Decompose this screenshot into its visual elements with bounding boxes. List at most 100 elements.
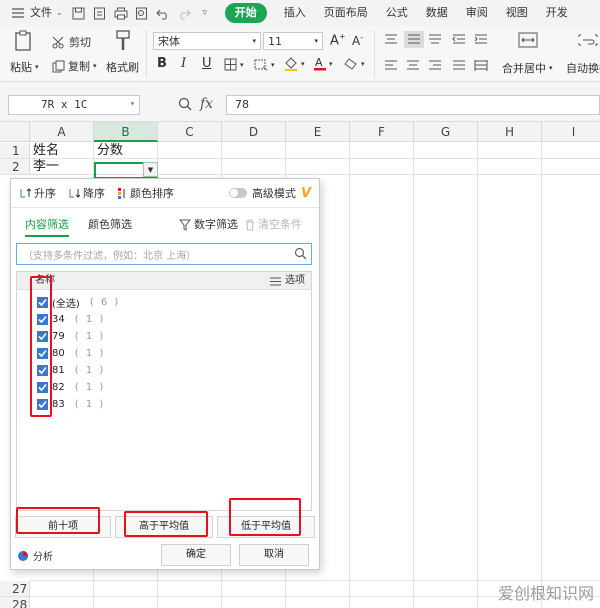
row-header-28[interactable]: 28 — [0, 597, 30, 608]
column-header-g[interactable]: G — [414, 122, 478, 142]
align-center-icon — [406, 60, 420, 71]
column-header-b[interactable]: B — [94, 122, 158, 142]
scissors-icon — [52, 36, 66, 49]
number-filter-button[interactable]: 数字筛选 — [179, 215, 238, 235]
options-button[interactable]: 选项 — [270, 272, 305, 290]
column-header-h[interactable]: H — [478, 122, 542, 142]
format-painter-icon[interactable] — [114, 30, 132, 52]
cell-b1[interactable]: 分数 — [94, 143, 123, 159]
cut-button[interactable]: 剪切 — [52, 34, 91, 50]
justify-button[interactable] — [452, 60, 466, 71]
row-header-27[interactable]: 27 — [0, 581, 30, 597]
select-all-corner[interactable] — [0, 122, 30, 142]
annotation-box-below-average — [229, 498, 301, 536]
column-header-a[interactable]: A — [30, 122, 94, 142]
name-box[interactable]: 7R x 1C ▾ — [8, 95, 140, 115]
merge-center-icon[interactable] — [518, 32, 538, 48]
border-button[interactable]: ▾ — [224, 58, 244, 71]
cancel-button[interactable]: 取消 — [239, 544, 309, 566]
zoom-icon[interactable] — [178, 97, 192, 111]
tab-color-filter[interactable]: 颜色筛选 — [88, 215, 132, 235]
ok-button[interactable]: 确定 — [161, 544, 231, 566]
fx-icon[interactable]: fx — [200, 96, 213, 112]
sort-desc-label: 降序 — [83, 187, 105, 200]
vip-badge-icon: V — [300, 185, 311, 201]
format-painter-button[interactable]: 格式刷 — [106, 59, 139, 75]
italic-button[interactable]: I — [181, 56, 186, 71]
sort-desc-icon — [68, 187, 80, 199]
cell-style-button[interactable]: ▾ — [254, 58, 275, 71]
paste-button-icon[interactable] — [14, 30, 34, 52]
sort-descending-button[interactable]: 降序 — [68, 185, 105, 201]
menu-tab-2[interactable]: 页面布局 — [315, 0, 377, 26]
align-bottom-button[interactable] — [428, 34, 442, 45]
menu-tab-0[interactable]: 开始 — [224, 3, 267, 23]
paste-button[interactable]: 粘贴 ▾ — [10, 59, 39, 75]
chevron-down-icon: ▾ — [252, 37, 256, 45]
menu-tab-1[interactable]: 插入 — [275, 0, 315, 26]
justify-icon — [452, 60, 466, 71]
copy-icon — [52, 60, 65, 73]
decrease-font-button[interactable]: A- — [352, 33, 363, 48]
menu-tab-6[interactable]: 视图 — [497, 0, 537, 26]
column-header-d[interactable]: D — [222, 122, 286, 142]
indent-decrease-button[interactable] — [452, 34, 466, 45]
column-header-i[interactable]: I — [542, 122, 600, 142]
copy-button[interactable]: 复制 ▾ — [52, 58, 97, 74]
sort-by-color-button[interactable]: 颜色排序 — [117, 185, 174, 201]
redo-icon[interactable] — [176, 5, 192, 21]
align-top-button[interactable] — [384, 34, 398, 45]
align-middle-button[interactable] — [404, 31, 424, 48]
cell-a2[interactable]: 李一 — [30, 159, 59, 175]
chevron-down-icon: ▾ — [549, 64, 553, 72]
file-menu[interactable]: 文件 ⌄ — [0, 0, 69, 26]
column-header-c[interactable]: C — [158, 122, 222, 142]
export-pdf-icon[interactable] — [92, 5, 108, 21]
align-left-button[interactable] — [384, 60, 398, 71]
font-color-button[interactable]: A ▾ — [314, 56, 333, 71]
formula-input[interactable]: 78 — [226, 95, 600, 115]
row-header-2[interactable]: 2 — [0, 159, 30, 175]
column-header-f[interactable]: F — [350, 122, 414, 142]
annotation-box-top10 — [16, 507, 100, 534]
undo-icon[interactable] — [155, 5, 171, 21]
cell-a1[interactable]: 姓名 — [30, 143, 59, 159]
filter-dropdown-button[interactable]: ▼ — [143, 162, 158, 177]
menu-tab-3[interactable]: 公式 — [377, 0, 417, 26]
save-icon[interactable] — [71, 5, 87, 21]
column-header-e[interactable]: E — [286, 122, 350, 142]
increase-font-button[interactable]: A+ — [330, 32, 346, 48]
menu-tab-4[interactable]: 数据 — [417, 0, 457, 26]
autowrap-icon[interactable] — [578, 32, 598, 48]
print-icon[interactable] — [113, 5, 129, 21]
clear-format-button[interactable]: ▾ — [344, 57, 365, 70]
menu-tab-7[interactable]: 开发 — [537, 0, 577, 26]
formula-value: 78 — [235, 98, 249, 111]
toggle-switch[interactable] — [228, 188, 247, 198]
font-size-select[interactable]: 11 ▾ — [263, 32, 323, 50]
sort-ascending-button[interactable]: 升序 — [19, 185, 56, 201]
search-icon[interactable] — [294, 247, 307, 263]
menu-tab-5[interactable]: 审阅 — [457, 0, 497, 26]
align-right-button[interactable] — [428, 60, 442, 71]
chevron-down-icon: ▾ — [271, 60, 275, 69]
customize-toolbar-icon[interactable]: ▿ — [197, 5, 213, 21]
analysis-button[interactable]: 分析 — [17, 548, 53, 563]
clear-condition-button[interactable]: 清空条件 — [245, 215, 302, 235]
autowrap-button[interactable]: 自动换行 — [566, 60, 600, 76]
underline-button[interactable]: U — [202, 56, 212, 71]
font-name-select[interactable]: 宋体 ▾ — [153, 32, 261, 50]
bold-button[interactable]: B — [157, 56, 167, 71]
fill-color-button[interactable]: ▾ — [284, 57, 305, 71]
print-preview-icon[interactable] — [134, 5, 150, 21]
distributed-button[interactable] — [474, 60, 488, 71]
align-center-button[interactable] — [406, 60, 420, 71]
merge-center-button[interactable]: 合并居中 ▾ — [502, 60, 553, 76]
advanced-mode-toggle[interactable]: 高级模式 V — [228, 185, 311, 201]
file-menu-label: 文件 — [30, 6, 52, 19]
tab-content-filter[interactable]: 内容筛选 — [25, 215, 69, 237]
filter-search-input[interactable]: （支持多条件过滤，例如：北京 上海） — [16, 243, 312, 265]
copy-label: 复制 — [68, 60, 90, 73]
row-header-1[interactable]: 1 — [0, 143, 30, 159]
indent-increase-button[interactable] — [474, 34, 488, 45]
